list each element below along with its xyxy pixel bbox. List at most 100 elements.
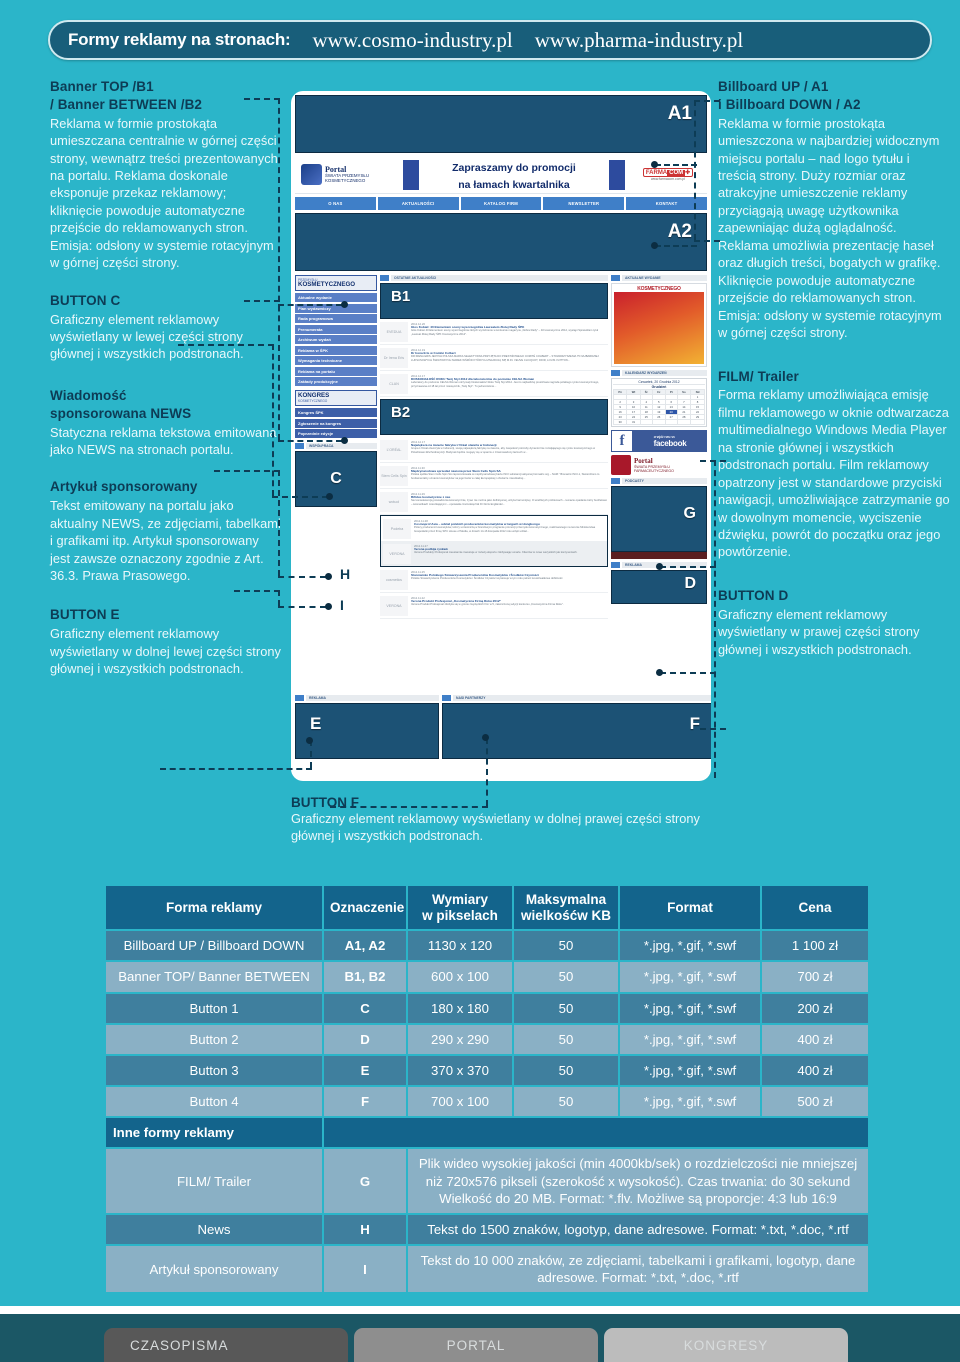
mock-site-header: Portal ŚWIATA PRZEMYSŁU KOSMETYCZNEGO Za… [295, 156, 707, 194]
connector-i-dot [325, 603, 332, 610]
cell-format: *.jpg, *.gif, *.swf [620, 962, 760, 992]
mock-promo-banner[interactable]: Zapraszamy do promocji na łamach kwartal… [403, 158, 625, 191]
cell-cena: 500 zł [762, 1087, 868, 1117]
news-thumb: Dr Irena Eris [380, 347, 408, 368]
connector-d-bottom [700, 728, 726, 730]
sidebar-brand-b-sub: KOSMETYCZNEGO [298, 399, 328, 404]
mock-sidebar-kongres-1[interactable]: Zgłoszenie na kongres [295, 418, 377, 428]
mock-sidebar-item-7[interactable]: Reklama na portalu [295, 366, 377, 376]
mock-news-item[interactable]: Stem Cells Spin 2012.11.30 Międzynarodowa… [380, 463, 608, 489]
mock-facebook-widget[interactable]: f znajdź nas na facebook [611, 430, 707, 452]
site-url-cosmo[interactable]: www.cosmo-industry.pl [313, 28, 513, 53]
mock-pharma-logo[interactable]: Portal ŚWIATA PRZEMYSŁU FARMACEUTYCZNEGO [611, 455, 707, 475]
section-ad-label: REKLAMA [306, 695, 439, 701]
cell-forma: Button 3 [106, 1055, 322, 1086]
ad-slot-a1[interactable]: A1 [295, 95, 707, 153]
ad-slot-f-label: F [689, 714, 700, 733]
mock-magazine-cover[interactable]: KOSMETYCZNEGO [611, 283, 707, 367]
mock-news-item-sponsored-h[interactable]: Podeba 2012.11.28 Cosmoprof Asia – udział… [381, 516, 607, 541]
cal-day[interactable] [651, 419, 666, 425]
cell-forma: FILM/ Trailer [106, 1149, 322, 1213]
cal-day[interactable] [690, 419, 705, 425]
cell-forma: News [106, 1214, 322, 1245]
desc-title: BUTTON E [50, 607, 120, 623]
connector-b2-dot [341, 437, 348, 444]
section-square-icon [295, 443, 304, 450]
footer-tab-czasopisma[interactable]: CZASOPISMA [104, 1328, 348, 1362]
footer-tabs: CZASOPISMA PORTAL KONGRESY [104, 1328, 848, 1362]
table-row: Billboard UP / Billboard DOWN A1, A2 113… [106, 931, 868, 961]
website-mockup: A1 Portal ŚWIATA PRZEMYSŁU KOSMETYCZNEGO… [291, 91, 711, 781]
mock-nav-item-1[interactable]: Aktualności [377, 197, 459, 210]
cell-oznaczenie: E [324, 1055, 406, 1086]
cal-day[interactable] [676, 419, 692, 425]
mock-sidebar-kongres-0[interactable]: Kongres ŚPK [295, 408, 377, 418]
table-row: Banner TOP/ Banner BETWEEN B1, B2 600 x … [106, 962, 868, 992]
mock-news-item[interactable]: VERONA 2012.11.22 Verona Produkt Profesjo… [380, 593, 608, 619]
mock-news-item[interactable]: cosmetics 2012.11.25 Stanowisko Polskiego… [380, 567, 608, 593]
mock-news-item[interactable]: EVEDUA 2012.12.20 Glos Kobiet: 40 Element… [380, 319, 608, 345]
ad-slot-b2[interactable]: B2 [380, 399, 608, 435]
mock-calendar[interactable]: Czwartek, 20 Grudnia 2012 Grudzień Pn Wt Ś… [611, 378, 707, 427]
cal-day[interactable]: 30 [612, 419, 628, 425]
logo-mark-icon [301, 164, 322, 185]
footer-tab-portal[interactable]: PORTAL [354, 1328, 598, 1362]
mock-news-item-sponsored-i[interactable]: VERONA 2012.11.27 Verona podbija rynkiek V… [381, 541, 607, 566]
news-body: Glos Kobiet 40 Elementem sceny wyszczegó… [411, 329, 599, 336]
mock-sidebar-item-2[interactable]: Rada programowa [295, 314, 377, 324]
news-body: DR IRENA ERIS JEDYNA POLSKA MARKA SELEKT… [411, 355, 599, 362]
ad-slot-g[interactable]: G [611, 486, 707, 552]
pharma-mark-icon [611, 455, 631, 475]
connector-c-dot [326, 493, 333, 500]
pharma-word: Portal [634, 456, 653, 465]
desc-title: Banner TOP /B1/ Banner BETWEEN /B2 [50, 79, 203, 112]
cal-day[interactable]: 31 [626, 419, 641, 425]
section-square-icon [611, 478, 620, 484]
mock-nav-item-3[interactable]: Newsletter [543, 197, 625, 210]
ad-slot-c[interactable]: C [295, 451, 377, 508]
cal-day[interactable] [664, 419, 678, 425]
connector-a1a2-vertical [694, 100, 696, 240]
cell-oznaczenie: G [324, 1149, 406, 1213]
connector-c-top [178, 344, 274, 346]
ad-slot-f[interactable]: F [442, 703, 711, 759]
page-title-bar: Formy reklamy na stronach: www.cosmo-ind… [48, 20, 932, 60]
mock-news-item[interactable]: Dr Irena Eris 2012.12.19 Dr Irena Eris w … [380, 345, 608, 371]
desc-artykul-sponsorowany: Artykuł sponsorowany Tekst emitowany na … [50, 478, 282, 584]
calendar-grid[interactable]: Pn Wt Śr Cz Pt So Nd 1 2345678 9 10 11 12 13 14 15 1… [612, 389, 705, 425]
cal-day[interactable] [639, 419, 653, 425]
news-thumb: cosmetics [380, 569, 408, 590]
ad-slot-e[interactable]: E [295, 703, 439, 759]
mock-sidebar-item-4[interactable]: Archiwum wydań [295, 335, 377, 345]
ad-slot-b1[interactable]: B1 [380, 283, 608, 319]
cell-section-blank [324, 1118, 868, 1148]
mock-sidebar-item-0[interactable]: Aktualne wydanie [295, 293, 377, 303]
mock-nav-item-0[interactable]: O nas [295, 197, 376, 210]
mock-sponsored-news-block[interactable]: Podeba 2012.11.28 Cosmoprof Asia – udział… [380, 515, 608, 567]
mock-news-item[interactable]: L'ORÉAL 2012.12.17 Największa na świecie … [380, 437, 608, 463]
table-row: Button 2 D 290 x 290 50 *.jpg, *.gif, *.… [106, 1024, 868, 1054]
player-controls[interactable] [611, 552, 707, 559]
cell-oznaczenie: B1, B2 [324, 962, 406, 992]
mock-sidebar-item-6[interactable]: Wymagania techniczne [295, 356, 377, 366]
news-thumb: L'ORÉAL [380, 439, 408, 460]
connector-c-arrow [272, 496, 328, 498]
mock-news-item[interactable]: wotuol 2012.11.29 Bifidus kosmetyczne z n… [380, 489, 608, 515]
mock-video-player[interactable]: G [611, 486, 707, 559]
desc-body: Statyczna reklama tekstowa emitowana jak… [50, 424, 277, 457]
section-issue-label: AKTUALNE WYDANIE [622, 275, 707, 281]
mock-news-item[interactable]: CLAN 2012.12.17 DOSKONAŁOŚĆ ROKU Twój Sty… [380, 371, 608, 397]
site-url-pharma[interactable]: www.pharma-industry.pl [535, 28, 743, 53]
mock-sidebar-item-8[interactable]: Zakłady produkcyjne [295, 377, 377, 387]
rate-table: Forma reklamy Oznaczenie Wymiary w piksel… [104, 884, 870, 1294]
ad-slot-a1-label: A1 [667, 103, 692, 124]
mock-sidebar-item-5[interactable]: Reklama w ŚPK [295, 345, 377, 355]
mock-nav-item-2[interactable]: Katalog firm [460, 197, 542, 210]
mock-sidebar-kongres-2[interactable]: Poprzednie edycje [295, 429, 377, 439]
mock-section-partner: NASI PARTNERZY [442, 695, 711, 701]
ad-slot-d[interactable]: D [611, 570, 707, 604]
mock-sidebar-item-3[interactable]: Prenumerata [295, 324, 377, 334]
ad-slot-a2[interactable]: A2 [295, 213, 707, 271]
footer-tab-kongresy[interactable]: KONGRESY [604, 1328, 848, 1362]
ad-slot-e-label: E [310, 714, 322, 733]
